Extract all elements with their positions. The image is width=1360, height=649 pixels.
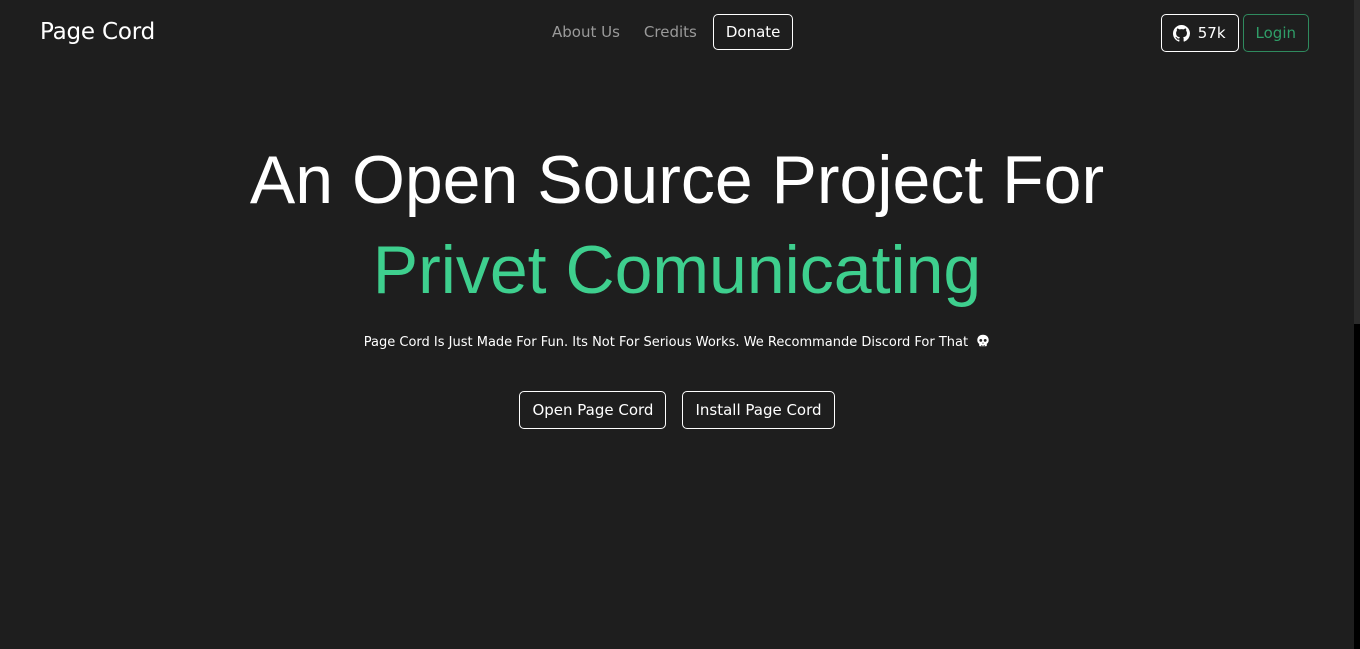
scrollbar-track[interactable] (1354, 0, 1360, 649)
navbar-actions: 57k Login (1160, 14, 1309, 52)
install-page-cord-button[interactable]: Install Page Cord (682, 391, 835, 429)
nav-link-about-us[interactable]: About Us (540, 23, 632, 41)
nav-links: About Us Credits Donate (540, 13, 794, 51)
page: Page Cord About Us Credits Donate 57k Lo… (0, 0, 1360, 649)
hero-highlight-heading: Privet Comunicating (372, 232, 982, 308)
donate-button[interactable]: Donate (712, 14, 794, 50)
cta-buttons: Open Page Cord Install Page Cord (0, 391, 1354, 429)
github-star-count: 57k (1197, 24, 1226, 42)
brand-logo-link[interactable]: Page Cord (40, 19, 155, 45)
tagline-text: Page Cord Is Just Made For Fun. Its Not … (363, 335, 969, 350)
hero-heading: An Open Source Project For (249, 142, 1105, 218)
skull-icon (976, 334, 990, 352)
navbar: Page Cord About Us Credits Donate 57k Lo… (0, 0, 1354, 66)
open-page-cord-button[interactable]: Open Page Cord (519, 391, 667, 429)
github-icon (1172, 24, 1190, 42)
scrollbar-thumb[interactable] (1354, 0, 1360, 324)
hero-tagline: Page Cord Is Just Made For Fun. Its Not … (0, 334, 1354, 352)
login-button[interactable]: Login (1242, 14, 1309, 52)
hero-section: An Open Source Project For Privet Comuni… (0, 140, 1354, 310)
github-stars-button[interactable]: 57k (1160, 14, 1239, 52)
nav-link-credits[interactable]: Credits (632, 23, 709, 41)
